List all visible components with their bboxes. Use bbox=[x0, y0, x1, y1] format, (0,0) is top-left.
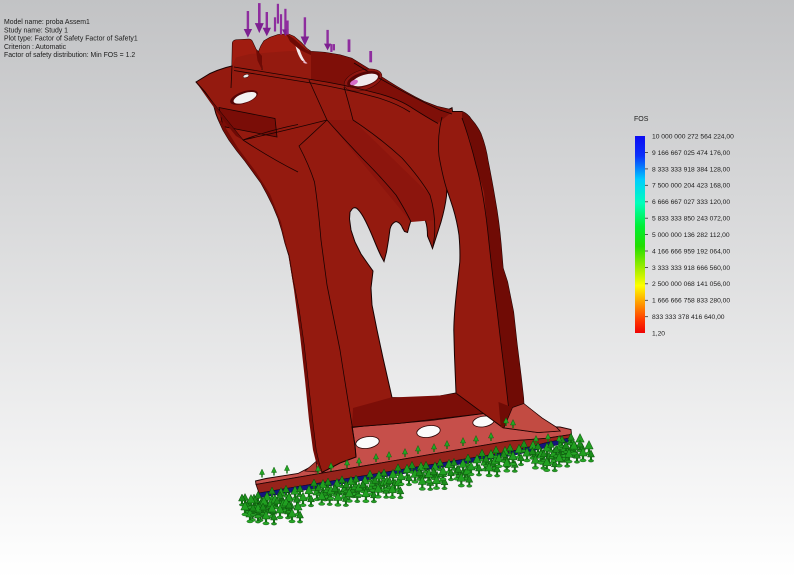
svg-text:5 000 000 136 282 112,00: 5 000 000 136 282 112,00 bbox=[652, 232, 730, 239]
svg-text:8 333 333 918 384 128,00: 8 333 333 918 384 128,00 bbox=[652, 166, 730, 173]
svg-text:9 166 667 025 474 176,00: 9 166 667 025 474 176,00 bbox=[652, 150, 730, 157]
svg-text:1,20: 1,20 bbox=[652, 331, 665, 338]
svg-text:Factor of safety distribution:: Factor of safety distribution: Min FOS =… bbox=[4, 52, 135, 59]
svg-text:833 333 378 416 640,00: 833 333 378 416 640,00 bbox=[652, 314, 725, 321]
svg-text:3 333 333 918 666 560,00: 3 333 333 918 666 560,00 bbox=[652, 265, 730, 272]
svg-text:Plot type: Factor of Safety Fa: Plot type: Factor of Safety Factor of Sa… bbox=[4, 36, 138, 43]
svg-text:Model name: proba Assem1: Model name: proba Assem1 bbox=[4, 19, 90, 26]
svg-text:10 000 000 272 564 224,00: 10 000 000 272 564 224,00 bbox=[652, 134, 734, 141]
svg-text:FOS: FOS bbox=[634, 116, 649, 123]
svg-text:1 666 666 758 833 280,00: 1 666 666 758 833 280,00 bbox=[652, 298, 730, 305]
svg-text:5 833 333 850 243 072,00: 5 833 333 850 243 072,00 bbox=[652, 216, 730, 223]
svg-text:6 666 667 027 333 120,00: 6 666 667 027 333 120,00 bbox=[652, 199, 730, 206]
svg-text:4 166 666 959 192 064,00: 4 166 666 959 192 064,00 bbox=[652, 248, 730, 255]
svg-text:7 500 000 204 423 168,00: 7 500 000 204 423 168,00 bbox=[652, 183, 730, 190]
svg-text:Criterion : Automatic: Criterion : Automatic bbox=[4, 44, 67, 51]
svg-text:Study name: Study 1: Study name: Study 1 bbox=[4, 27, 68, 34]
svg-text:2 500 000 068 141 056,00: 2 500 000 068 141 056,00 bbox=[652, 281, 730, 288]
